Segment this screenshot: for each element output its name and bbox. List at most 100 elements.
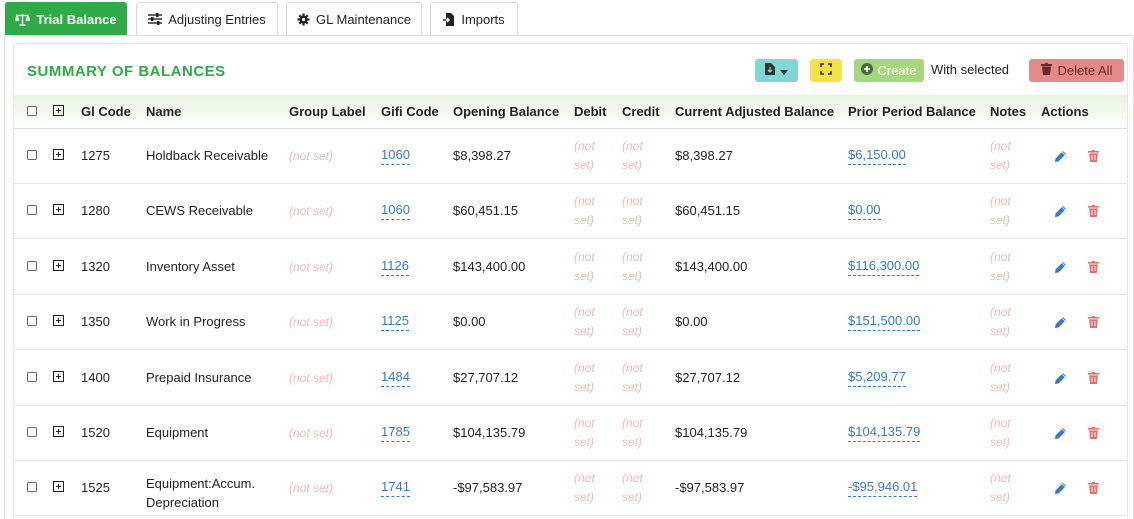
row-gl-code: 1320 — [81, 259, 110, 274]
row-group-label: (not set) — [289, 426, 334, 440]
gifi-code-link[interactable]: 1060 — [381, 147, 410, 165]
row-checkbox[interactable] — [27, 427, 37, 437]
edit-pencil-icon[interactable] — [1054, 427, 1067, 443]
edit-pencil-icon[interactable] — [1054, 150, 1067, 166]
delete-trash-icon[interactable] — [1088, 372, 1099, 387]
export-dropdown-button[interactable] — [755, 59, 798, 82]
gifi-code-link[interactable]: 1785 — [381, 424, 410, 442]
row-current-adjusted-balance: $104,135.79 — [675, 425, 748, 440]
row-gifi-code[interactable]: 1060 — [381, 147, 410, 165]
prior-period-balance-link[interactable]: $5,209.77 — [848, 369, 906, 387]
row-prior-period-balance[interactable]: $0.00 — [848, 202, 881, 220]
table-row: 1520 Equipment (not set) 1785 $104,135.79 (no… — [14, 406, 1127, 461]
expand-row-icon[interactable] — [53, 426, 64, 437]
row-opening-balance: -$97,583.97 — [453, 480, 523, 495]
edit-pencil-icon[interactable] — [1054, 205, 1067, 221]
expand-row-icon[interactable] — [53, 371, 64, 382]
not-set-line2: set) — [574, 380, 595, 394]
edit-pencil-icon[interactable] — [1054, 261, 1067, 277]
row-notes: (not set) — [990, 303, 1011, 341]
create-button[interactable]: Create — [854, 59, 924, 82]
delete-trash-icon[interactable] — [1088, 205, 1099, 220]
edit-pencil-icon[interactable] — [1054, 316, 1067, 332]
col-prior-period-balance[interactable]: Prior Period Balance — [848, 104, 976, 119]
table-row: 1280 CEWS Receivable (not set) 1060 $60,451.… — [14, 184, 1127, 239]
col-current-adjusted-balance[interactable]: Current Adjusted Balance — [675, 104, 834, 119]
row-name-line2: Depreciation — [146, 495, 219, 510]
row-prior-period-balance[interactable]: $151,500.00 — [848, 313, 921, 331]
row-checkbox[interactable] — [27, 482, 37, 492]
col-gifi-code[interactable]: Gifi Code — [381, 104, 439, 119]
tab-adjusting-entries[interactable]: Adjusting Entries — [136, 2, 278, 35]
col-debit[interactable]: Debit — [574, 104, 607, 119]
delete-trash-icon[interactable] — [1088, 316, 1099, 331]
row-checkbox[interactable] — [27, 316, 37, 326]
row-gifi-code[interactable]: 1785 — [381, 424, 410, 442]
table-row: 1320 Inventory Asset (not set) 1126 $143,400… — [14, 240, 1127, 295]
row-gifi-code[interactable]: 1126 — [381, 258, 409, 276]
row-checkbox[interactable] — [27, 372, 37, 382]
delete-trash-icon[interactable] — [1088, 150, 1099, 165]
prior-period-balance-link[interactable]: $151,500.00 — [848, 313, 921, 331]
row-notes: (not set) — [990, 248, 1011, 286]
col-group-label[interactable]: Group Label — [289, 104, 366, 119]
expand-row-icon[interactable] — [53, 315, 64, 326]
row-debit: (not set) — [574, 248, 595, 286]
row-gifi-code[interactable]: 1060 — [381, 202, 410, 220]
not-set-line2: set) — [622, 269, 643, 283]
gifi-code-link[interactable]: 1484 — [381, 369, 410, 387]
prior-period-balance-link[interactable]: -$95,946.01 — [848, 479, 918, 497]
row-prior-period-balance[interactable]: $6,150.00 — [848, 147, 906, 165]
row-prior-period-balance[interactable]: -$95,946.01 — [848, 479, 918, 497]
gifi-code-link[interactable]: 1741 — [381, 479, 410, 497]
col-opening-balance[interactable]: Opening Balance — [453, 104, 559, 119]
row-current-adjusted-balance: $27,707.12 — [675, 370, 741, 385]
tab-label: GL Maintenance — [316, 11, 411, 27]
prior-period-balance-link[interactable]: $104,135.79 — [848, 424, 921, 442]
row-gifi-code[interactable]: 1741 — [381, 479, 410, 497]
col-gl-code[interactable]: Gl Code — [81, 104, 131, 119]
row-checkbox[interactable] — [27, 261, 37, 271]
row-prior-period-balance[interactable]: $5,209.77 — [848, 369, 906, 387]
expand-row-icon[interactable] — [53, 260, 64, 271]
expand-row-icon[interactable] — [53, 481, 64, 492]
edit-pencil-icon[interactable] — [1054, 482, 1067, 498]
row-gifi-code[interactable]: 1125 — [381, 313, 409, 331]
row-gifi-code[interactable]: 1484 — [381, 369, 410, 387]
delete-trash-icon[interactable] — [1088, 427, 1099, 442]
tab-gl-maintenance[interactable]: GL Maintenance — [286, 2, 422, 35]
gifi-code-link[interactable]: 1126 — [381, 258, 409, 276]
select-all-checkbox[interactable] — [27, 106, 37, 116]
row-notes: (not set) — [990, 359, 1011, 397]
delete-all-button[interactable]: Delete All — [1029, 59, 1124, 82]
edit-pencil-icon[interactable] — [1054, 372, 1067, 388]
delete-trash-icon[interactable] — [1088, 482, 1099, 497]
fullscreen-button[interactable] — [810, 59, 842, 82]
col-credit[interactable]: Credit — [622, 104, 660, 119]
prior-period-balance-link[interactable]: $116,300.00 — [848, 258, 920, 276]
delete-trash-icon[interactable] — [1088, 261, 1099, 276]
expand-all-icon[interactable] — [53, 105, 64, 116]
not-set-line2: set) — [574, 490, 595, 504]
col-name[interactable]: Name — [146, 104, 181, 119]
prior-period-balance-link[interactable]: $0.00 — [848, 202, 881, 220]
col-notes[interactable]: Notes — [990, 104, 1026, 119]
gifi-code-link[interactable]: 1060 — [381, 202, 410, 220]
row-prior-period-balance[interactable]: $104,135.79 — [848, 424, 921, 442]
row-group-label: (not set) — [289, 371, 334, 385]
not-set-line2: set) — [574, 158, 595, 172]
not-set-line1: (not — [574, 194, 595, 208]
expand-row-icon[interactable] — [53, 204, 64, 215]
row-name: CEWS Receivable — [146, 203, 253, 218]
row-checkbox[interactable] — [27, 150, 37, 160]
row-prior-period-balance[interactable]: $116,300.00 — [848, 258, 920, 276]
tab-imports[interactable]: Imports — [430, 2, 518, 35]
expand-row-icon[interactable] — [53, 149, 64, 160]
row-opening-balance: $60,451.15 — [453, 203, 519, 218]
tab-trial-balance[interactable]: Trial Balance — [5, 2, 127, 35]
row-opening-balance: $27,707.12 — [453, 370, 519, 385]
prior-period-balance-link[interactable]: $6,150.00 — [848, 147, 906, 165]
summary-panel: SUMMARY OF BALANCES Create With selected — [4, 35, 1134, 519]
row-checkbox[interactable] — [27, 205, 37, 215]
gifi-code-link[interactable]: 1125 — [381, 313, 409, 331]
